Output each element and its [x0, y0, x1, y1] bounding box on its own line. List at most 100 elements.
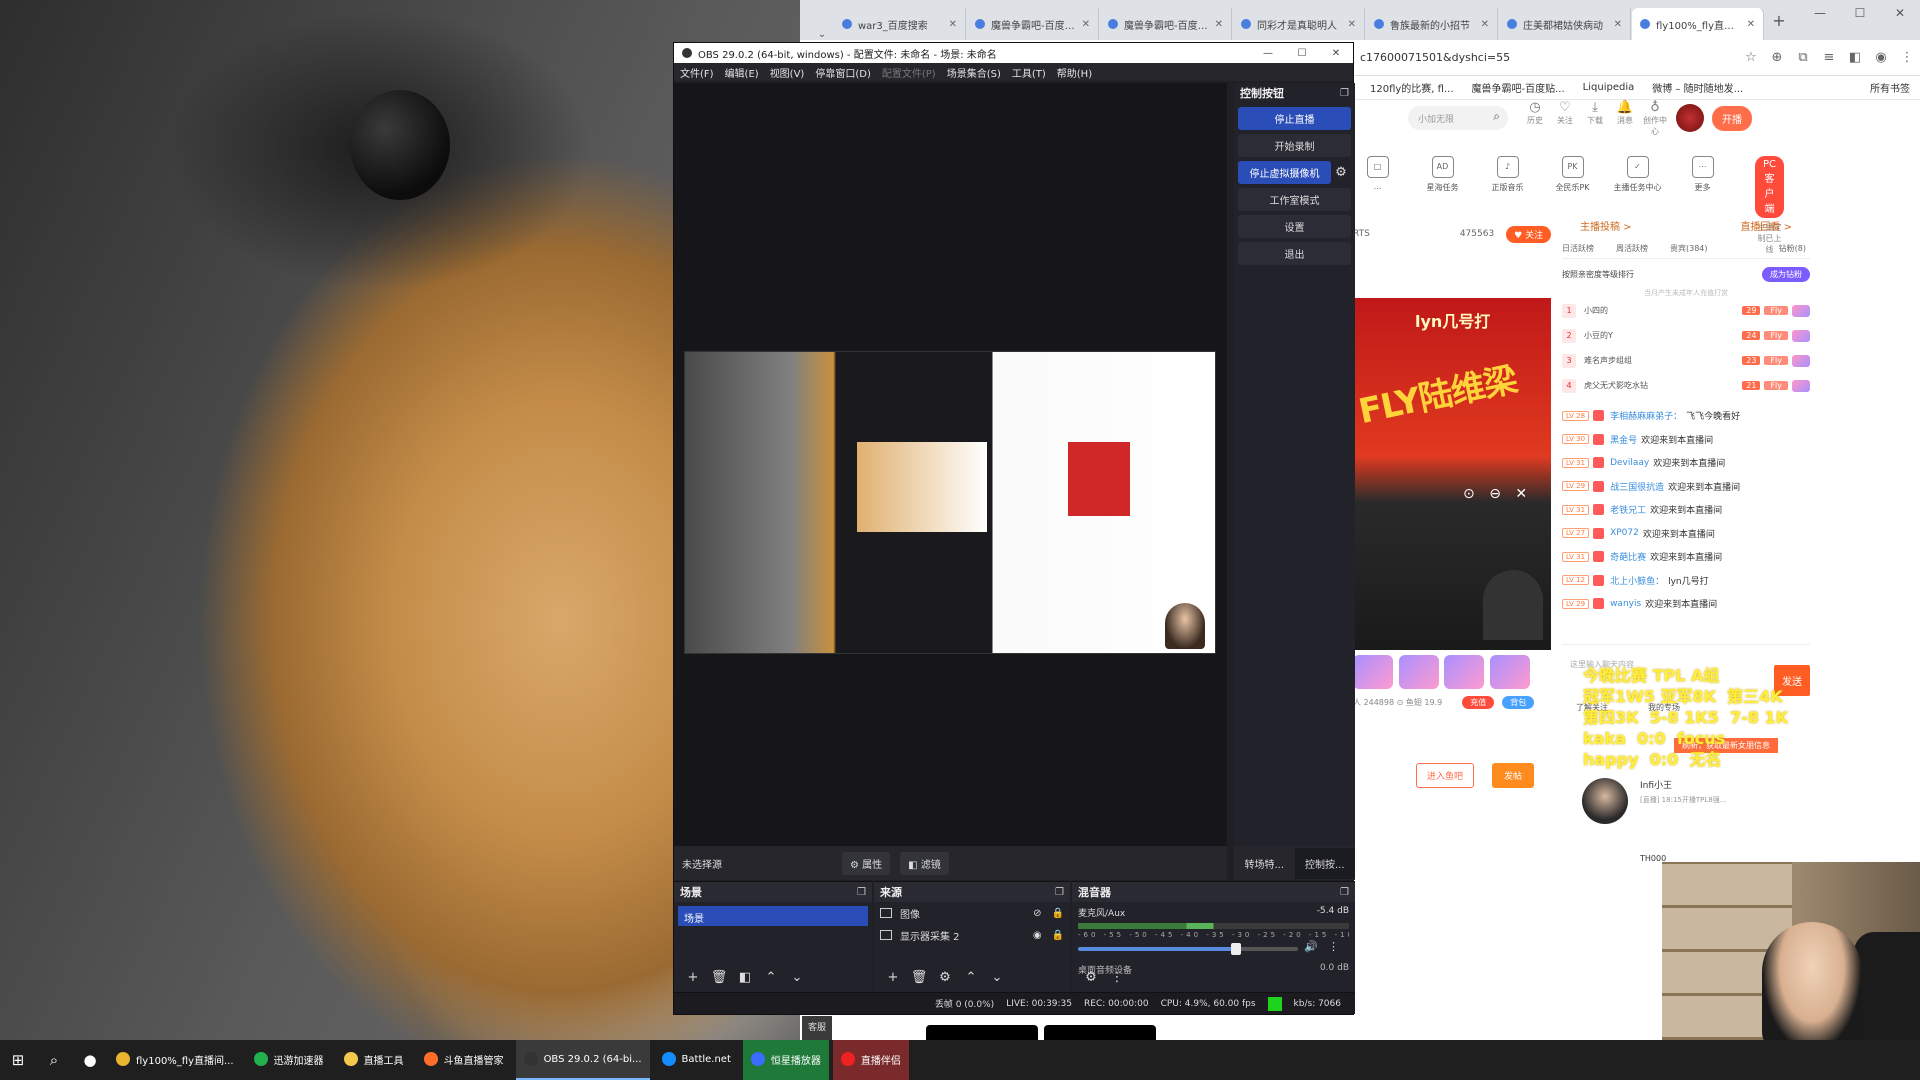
chat-username[interactable]: XP072 [1610, 528, 1639, 538]
tab-weekly[interactable]: 周活跃榜 [1616, 243, 1648, 254]
post-button[interactable]: 发帖 [1492, 763, 1535, 788]
tab-close-icon[interactable]: ✕ [949, 19, 957, 30]
dock-float-icon[interactable]: ❐ [1340, 88, 1349, 99]
browser-tab[interactable]: 同彩才是真聪明人 ✕ [1233, 8, 1365, 40]
go-live-button[interactable]: 开播 [1712, 105, 1752, 131]
obs-menu-item[interactable]: 停靠窗口(D) [815, 65, 871, 80]
tab-close-icon[interactable]: ✕ [1747, 19, 1755, 30]
stop-vcam-button[interactable]: 停止虚拟摄像机 [1238, 161, 1331, 184]
close-video-icon[interactable]: ✕ [1515, 486, 1527, 502]
browser-tab[interactable]: fly100%_fly直播间 ✕ [1632, 8, 1764, 40]
trash-icon[interactable]: 🗑 [906, 970, 932, 985]
tool-item[interactable]: PK 全民乐PK [1540, 156, 1605, 202]
helper-tab[interactable]: 客服 [802, 1016, 832, 1040]
chat-username[interactable]: 北上小鲸鱼： [1610, 574, 1664, 587]
search-icon[interactable]: ⌕ [36, 1051, 72, 1069]
source-row[interactable]: 图像 ⊘ 🔒 [874, 902, 1070, 924]
gift-item[interactable] [1353, 655, 1393, 689]
media-icon[interactable]: ≡ [1816, 50, 1842, 65]
taskbar-app[interactable]: 直播伴侣 [832, 1040, 909, 1080]
follow-icon[interactable]: ♡ 关注 [1550, 100, 1580, 137]
studio-mode-button[interactable]: 工作室模式 [1238, 188, 1351, 211]
creator-icon[interactable]: ♁ 创作中心 [1640, 100, 1670, 137]
scene-item[interactable]: 场景 [678, 906, 868, 926]
maximize-button[interactable]: ☐ [1840, 6, 1880, 20]
menu-icon[interactable]: ⋮ [1894, 50, 1920, 65]
recharge-button[interactable]: 充值 [1462, 696, 1495, 709]
tool-item[interactable]: ⋯ 更多 [1670, 156, 1735, 202]
puzzle-icon[interactable]: ⧉ [1790, 50, 1816, 65]
replay-tab[interactable]: 直播回看 > [1740, 218, 1792, 233]
tool-item[interactable]: AD 星海任务 [1410, 156, 1475, 202]
tool-item[interactable]: ✓ 主播任务中心 [1605, 156, 1670, 202]
obs-menu-item[interactable]: 视图(V) [770, 65, 805, 80]
minimize-button[interactable]: — [1800, 6, 1840, 20]
gift-item[interactable] [1444, 655, 1484, 689]
obs-menu-item[interactable]: 帮助(H) [1057, 65, 1092, 80]
obs-minimize-button[interactable]: — [1251, 48, 1285, 59]
tab-transitions[interactable]: 转场特... [1234, 848, 1295, 879]
rank-row[interactable]: 4 虎父无犬影吃水钻 21 Fly [1562, 373, 1810, 398]
exit-button[interactable]: 退出 [1238, 242, 1351, 265]
profile-icon[interactable]: ◉ [1868, 50, 1894, 65]
obs-menu-item[interactable]: 配置文件(P) [882, 65, 936, 80]
volume-slider[interactable]: 🔊 ⋮ [1078, 940, 1339, 955]
visibility-eye-icon[interactable]: ◉ [1033, 930, 1042, 941]
rank-row[interactable]: 3 难名声步组组 23 Fly [1562, 348, 1810, 373]
browser-tab[interactable]: 鲁族最新的小招节 ✕ [1366, 8, 1498, 40]
chat-username[interactable]: 老铁兄工 [1610, 503, 1646, 516]
rank-row[interactable]: 1 小四的 29 Fly [1562, 298, 1810, 323]
rank-row[interactable]: 2 小豆的Y 24 Fly [1562, 323, 1810, 348]
obs-menu-item[interactable]: 文件(F) [680, 65, 714, 80]
settings-button[interactable]: 设置 [1238, 215, 1351, 238]
tab-diamond[interactable]: 钻粉(8) [1779, 243, 1806, 254]
properties-button[interactable]: ⚙ 属性 [842, 851, 891, 875]
obs-menu-item[interactable]: 编辑(E) [725, 65, 759, 80]
obs-menu-item[interactable]: 场景集合(S) [947, 65, 1001, 80]
extension-icon[interactable]: ⊕ [1764, 50, 1790, 65]
dock-float-icon[interactable]: ❐ [857, 887, 866, 898]
tab-close-icon[interactable]: ✕ [1215, 19, 1223, 30]
gear-icon[interactable]: ⚙ [932, 970, 958, 985]
tab-close-icon[interactable]: ✕ [1348, 19, 1356, 30]
add-icon[interactable]: + [680, 970, 706, 985]
obs-close-button[interactable]: ✕ [1319, 48, 1353, 59]
streamer-card[interactable]: Infi小王 [直播] 18:15开播TPL8强... [1582, 778, 1726, 824]
pc-client[interactable]: PC客户端 主播定制已上线 [1755, 156, 1785, 254]
chat-username[interactable]: wanyis [1610, 599, 1641, 609]
stop-stream-button[interactable]: 停止直播 [1238, 107, 1351, 130]
tab-close-icon[interactable]: ✕ [1481, 19, 1489, 30]
taskbar-app[interactable]: Battle.net [654, 1040, 739, 1080]
bookmark-item[interactable]: 微博 – 随时随地发... [1652, 80, 1743, 95]
browser-tab[interactable]: war3_百度搜索 ✕ [834, 8, 966, 40]
chevron-down-icon[interactable]: ⌄ [984, 970, 1010, 985]
minimize-video-icon[interactable]: ⊖ [1489, 486, 1501, 502]
live-video-player[interactable]: lyn几号打 FLY陆维梁 ⊙ ⊖ ✕ [1353, 298, 1551, 650]
browser-tab[interactable]: 魔兽争霸吧-百度贴吧 ✕ [1100, 8, 1232, 40]
follow-button[interactable]: ♥ 关注 [1506, 225, 1552, 243]
gift-item[interactable] [1398, 655, 1439, 689]
gear-icon[interactable]: ⚙ [1331, 161, 1351, 184]
new-tab-button[interactable]: + [1765, 11, 1793, 30]
bookmark-item[interactable]: 魔兽争霸吧-百度贴... [1472, 80, 1565, 95]
chat-username[interactable]: 奇葩比赛 [1610, 550, 1646, 563]
tab-close-icon[interactable]: ✕ [1614, 19, 1622, 30]
trash-icon[interactable]: 🗑 [706, 970, 732, 985]
chat-username[interactable]: 李相赫麻麻弟子： [1610, 409, 1682, 422]
download-icon[interactable]: ⤓ 下载 [1580, 100, 1610, 137]
dock-float-icon[interactable]: ❐ [1340, 887, 1349, 898]
taskbar-app[interactable]: 恒星播放器 [742, 1040, 829, 1080]
chevron-up-icon[interactable]: ⌃ [958, 970, 984, 985]
qq-icon[interactable]: ● [72, 1051, 108, 1069]
taskbar-app[interactable]: 直播工具 [336, 1040, 412, 1080]
bag-button[interactable]: 背包 [1502, 696, 1535, 709]
more-icon[interactable]: ⋮ [1104, 970, 1130, 985]
gift-item[interactable] [1489, 655, 1530, 689]
lock-icon[interactable]: 🔒 [1052, 908, 1064, 919]
filters-button[interactable]: ◧ 滤镜 [900, 851, 949, 875]
obs-preview-canvas[interactable] [684, 351, 1216, 654]
lock-icon[interactable]: 🔒 [1052, 930, 1064, 941]
bookmark-item[interactable]: 120fly的比赛, fl... [1370, 80, 1454, 95]
source-row[interactable]: 显示器采集 2 ◉ 🔒 [874, 924, 1070, 946]
tab-close-icon[interactable]: ✕ [1082, 19, 1090, 30]
